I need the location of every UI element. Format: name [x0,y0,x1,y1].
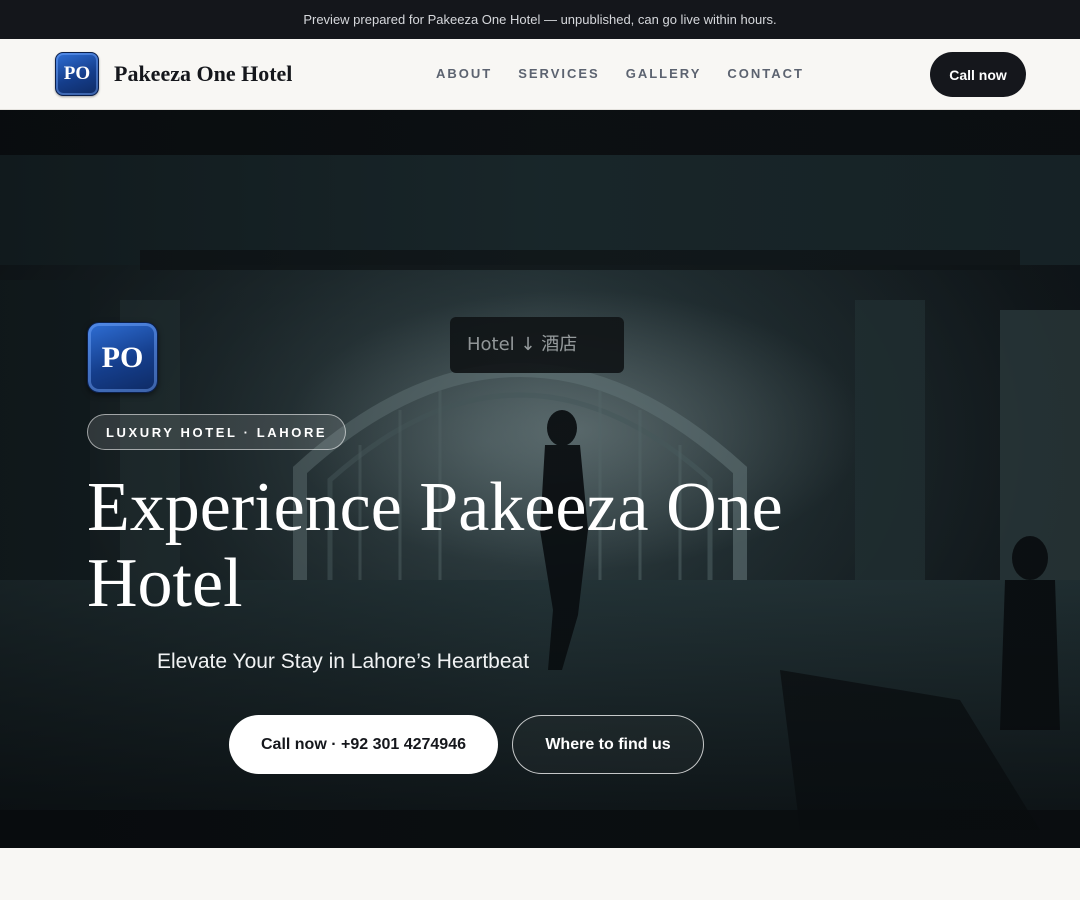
brand-logo-icon[interactable]: PO [55,52,99,96]
nav-link-about[interactable]: ABOUT [436,66,492,81]
call-phone-button[interactable]: Call now · +92 301 4274946 [229,715,498,774]
hero-title: Experience Pakeeza One Hotel [87,469,783,622]
brand-name[interactable]: Pakeeza One Hotel [114,61,292,87]
nav-link-contact[interactable]: CONTACT [727,66,804,81]
hero-subtitle: Elevate Your Stay in Lahore’s Heartbeat [157,650,530,673]
find-us-button[interactable]: Where to find us [512,715,704,774]
hero-eyebrow-badge: LUXURY HOTEL · LAHORE [87,414,347,450]
site-header: PO Pakeeza One Hotel ABOUT SERVICES GALL… [0,39,1080,110]
hero-logo-icon: PO [87,322,158,393]
preview-banner-text: Preview prepared for Pakeeza One Hotel —… [303,12,777,27]
main-nav: ABOUT SERVICES GALLERY CONTACT [436,66,830,81]
nav-link-gallery[interactable]: GALLERY [626,66,702,81]
preview-banner: Preview prepared for Pakeeza One Hotel —… [0,0,1080,39]
hero-logo-initials: PO [101,340,144,374]
next-section-start [0,848,1080,900]
call-now-button[interactable]: Call now [930,52,1026,97]
nav-link-services[interactable]: SERVICES [518,66,600,81]
brand-logo-initials: PO [63,63,91,84]
hero-section: Hotel ↓ 酒店 PO LUXURY HOTEL · LAHORE Expe… [0,110,1080,848]
